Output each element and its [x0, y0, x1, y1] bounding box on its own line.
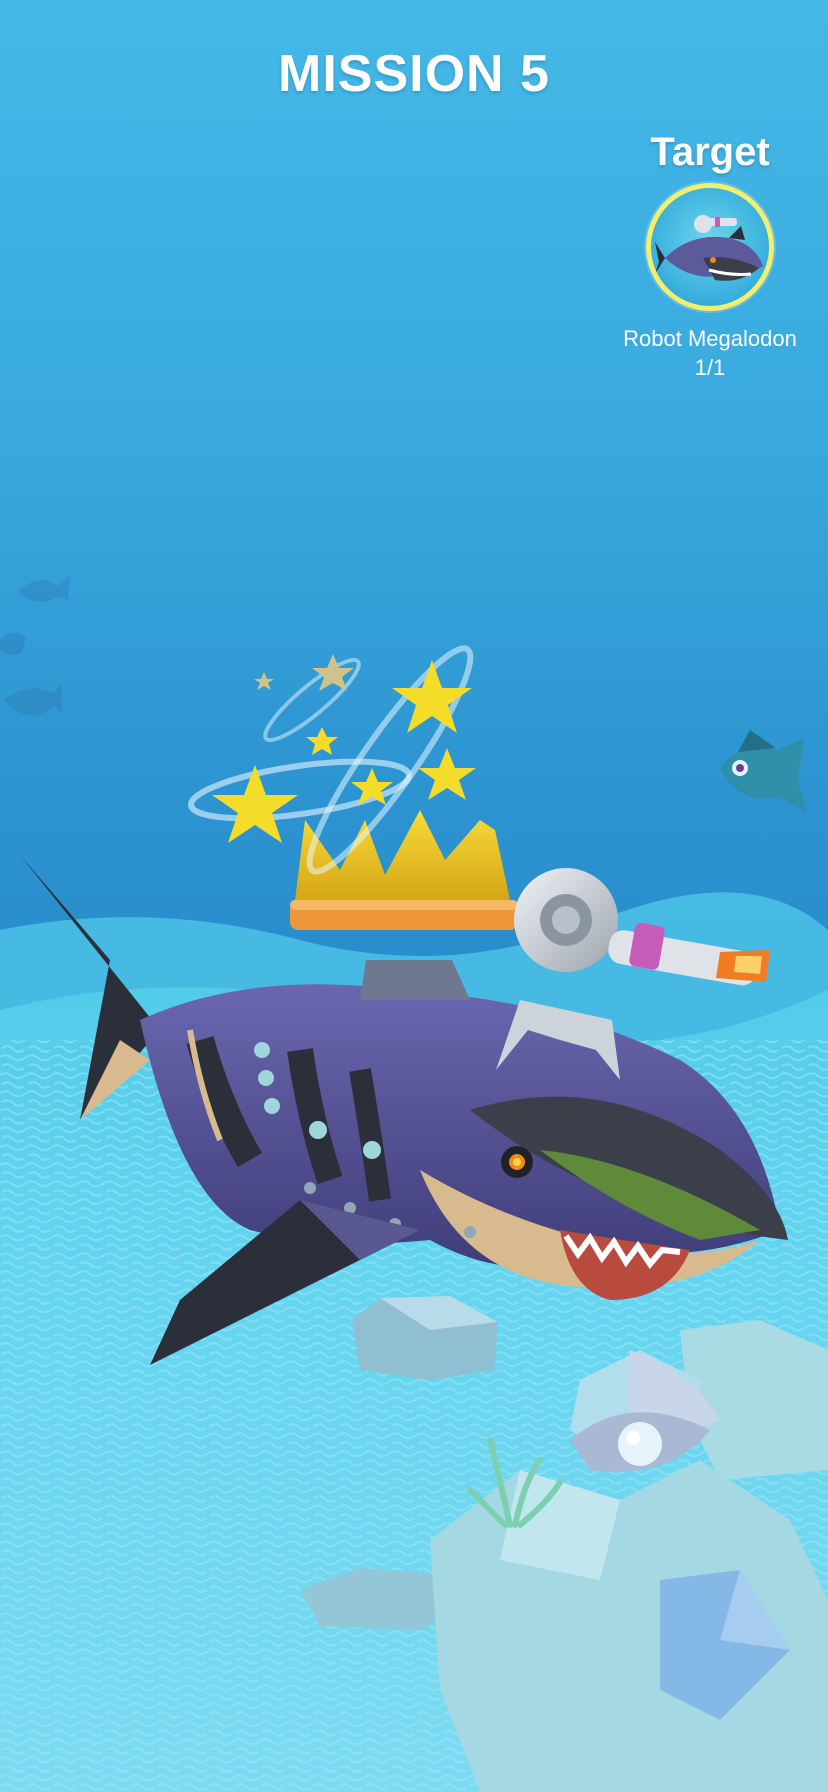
reef-fish [720, 730, 806, 812]
game-scene: MISSION 5 Target Robot Megalodon 1/1 [0, 0, 828, 1792]
target-progress: 1/1 [694, 355, 726, 380]
mission-title: MISSION 5 [278, 45, 550, 103]
robot-megalodon-portrait-icon [655, 215, 763, 281]
target-panel: Target Robot Megalodon 1/1 [600, 130, 820, 383]
target-label: Target [650, 130, 770, 174]
dizzy-stars [188, 645, 476, 875]
target-creature-name: Robot Megalodon [623, 326, 797, 351]
target-portrait [646, 183, 774, 311]
background-fish [0, 576, 70, 716]
